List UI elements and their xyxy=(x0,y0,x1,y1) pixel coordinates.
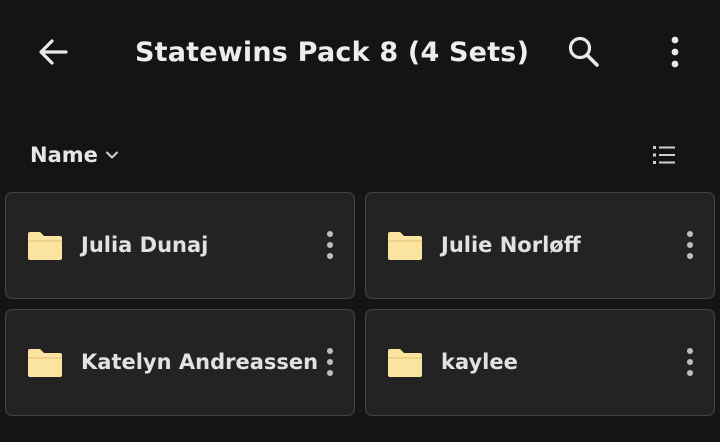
folder-icon xyxy=(386,230,424,262)
sort-label: Name xyxy=(30,143,98,167)
more-vert-icon xyxy=(325,229,335,261)
folder-icon xyxy=(26,347,64,379)
sort-by-name-button[interactable]: Name xyxy=(22,136,128,174)
search-icon xyxy=(566,34,602,70)
folder-name: kaylee xyxy=(441,350,518,374)
more-vert-icon xyxy=(685,229,695,261)
folder-card[interactable]: kaylee xyxy=(365,309,715,416)
folder-more-button[interactable] xyxy=(672,338,708,386)
folder-icon xyxy=(386,347,424,379)
chevron-down-icon xyxy=(104,147,120,163)
back-button[interactable] xyxy=(29,28,77,76)
more-vert-icon xyxy=(685,346,695,378)
folder-icon xyxy=(26,230,64,262)
arrow-back-icon xyxy=(36,35,70,69)
list-view-icon xyxy=(653,145,675,165)
app-bar: Statewins Pack 8 (4 Sets) xyxy=(0,0,720,104)
folder-card[interactable]: Julia Dunaj xyxy=(5,192,355,299)
folder-card[interactable]: Katelyn Andreassen xyxy=(5,309,355,416)
more-vert-icon xyxy=(325,346,335,378)
folder-more-button[interactable] xyxy=(312,221,348,269)
search-button[interactable] xyxy=(560,28,608,76)
folder-card[interactable]: Julie Norløff xyxy=(365,192,715,299)
folder-more-button[interactable] xyxy=(672,221,708,269)
more-vert-icon xyxy=(669,34,681,70)
view-toggle-button[interactable] xyxy=(641,132,687,178)
folder-name: Julia Dunaj xyxy=(81,233,209,257)
folder-name: Julie Norløff xyxy=(441,233,581,257)
folder-more-button[interactable] xyxy=(312,338,348,386)
more-options-button[interactable] xyxy=(651,28,699,76)
page-title: Statewins Pack 8 (4 Sets) xyxy=(135,37,530,68)
folder-name: Katelyn Andreassen xyxy=(81,350,319,374)
sort-bar: Name xyxy=(0,132,720,178)
